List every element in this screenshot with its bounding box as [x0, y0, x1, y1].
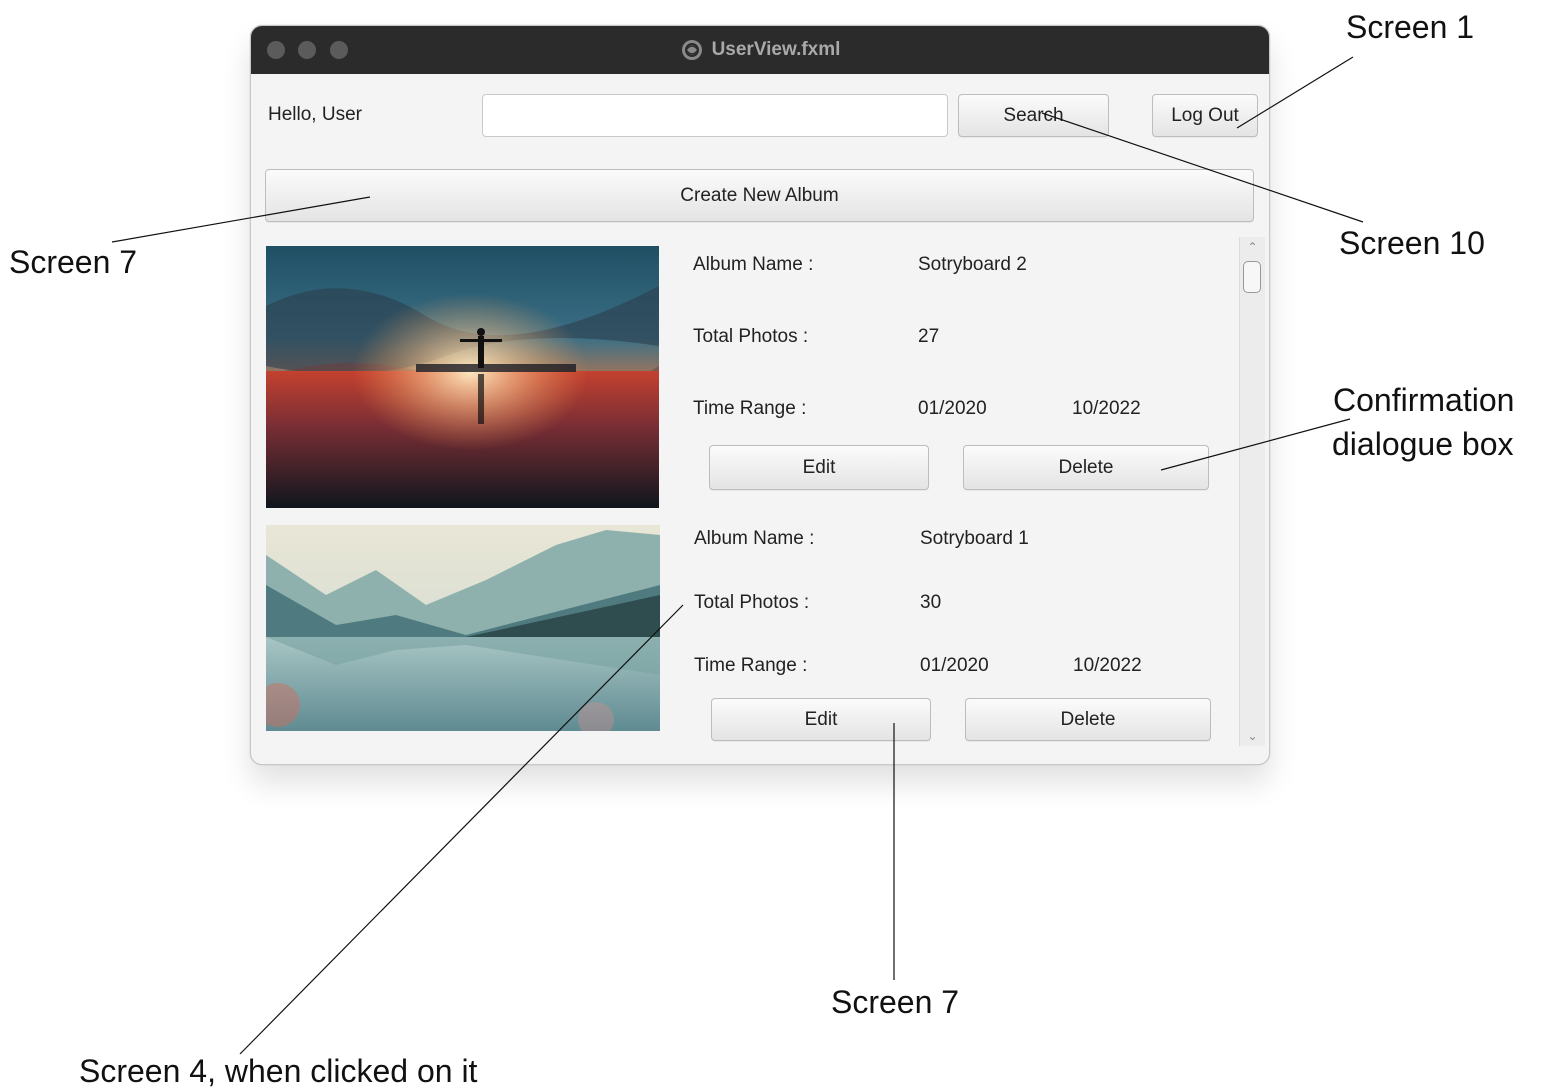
chevron-up-icon[interactable]: ⌃ [1240, 237, 1265, 257]
log-out-button[interactable]: Log Out [1152, 94, 1258, 137]
user-view-window: UserView.fxml Hello, User Search Log Out… [250, 25, 1270, 765]
time-range-label: Time Range : [694, 655, 808, 676]
title-bar: UserView.fxml [251, 26, 1269, 74]
total-photos-value: 30 [920, 592, 942, 613]
time-range-end: 10/2022 [1072, 398, 1141, 419]
annotation-screen-1: Screen 1 [1346, 9, 1475, 45]
scroll-thumb[interactable] [1243, 261, 1261, 293]
total-photos-label[interactable]: Total Photos : [694, 592, 809, 614]
album-name-label: Album Name : [694, 528, 815, 549]
mountain-lake-image[interactable] [266, 525, 660, 731]
album-name-label: Album Name : [693, 254, 814, 275]
total-photos-label[interactable]: Total Photos : [693, 326, 808, 348]
annotation-confirmation-line1: Confirmation [1333, 382, 1515, 418]
search-button[interactable]: Search [958, 94, 1109, 137]
greeting-label: Hello, User [268, 104, 362, 125]
time-range-label: Time Range : [693, 398, 807, 419]
annotation-screen-7-left: Screen 7 [9, 244, 138, 280]
edit-album-button[interactable]: Edit [709, 445, 929, 490]
edit-album-button[interactable]: Edit [711, 698, 931, 741]
time-range-start: 01/2020 [918, 398, 987, 419]
album-name-value: Sotryboard 1 [920, 528, 1029, 549]
annotation-confirmation-line2: dialogue box [1332, 426, 1514, 462]
sunset-reflection-image[interactable] [266, 246, 659, 508]
window-title: UserView.fxml [711, 39, 841, 60]
time-range-end: 10/2022 [1073, 655, 1142, 676]
create-new-album-button[interactable]: Create New Album [265, 169, 1254, 222]
album-name-value: Sotryboard 2 [918, 254, 1027, 275]
annotation-screen-4: Screen 4, when clicked on it [79, 1053, 478, 1089]
time-range-start: 01/2020 [920, 655, 989, 676]
chevron-down-icon[interactable]: ⌄ [1240, 726, 1265, 746]
total-photos-value: 27 [918, 326, 940, 347]
delete-album-button[interactable]: Delete [965, 698, 1211, 741]
album-list-scrollbar[interactable]: ⌃ ⌄ [1239, 237, 1265, 746]
delete-album-button[interactable]: Delete [963, 445, 1209, 490]
java-app-icon [681, 40, 702, 60]
annotation-screen-7-bottom: Screen 7 [831, 984, 960, 1020]
annotation-screen-10: Screen 10 [1339, 225, 1485, 261]
search-input[interactable] [482, 94, 948, 137]
